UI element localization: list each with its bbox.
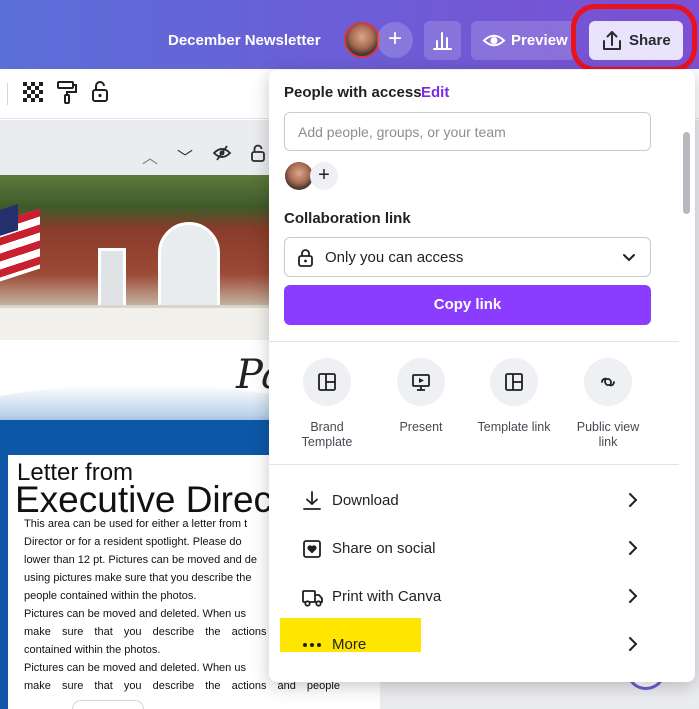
- page-lock-icon[interactable]: [250, 144, 266, 167]
- tile-public-view-link[interactable]: Public view link: [562, 358, 654, 450]
- page-indicator[interactable]: [72, 700, 144, 709]
- tile-label: Brand Template: [301, 420, 353, 449]
- access-select[interactable]: Only you can access: [284, 237, 651, 277]
- more-row[interactable]: More: [284, 622, 656, 668]
- share-on-social-row[interactable]: Share on social: [284, 526, 656, 572]
- tile-label: Present: [399, 420, 443, 434]
- user-avatar[interactable]: [344, 22, 380, 58]
- share-panel: People with access Edit Add people, grou…: [269, 70, 695, 682]
- tile-brand-template[interactable]: Brand Template: [281, 358, 373, 450]
- photo-arched-window: [158, 222, 220, 312]
- eye-icon: [482, 34, 506, 47]
- insights-button[interactable]: [424, 21, 461, 60]
- chevron-right-icon: [629, 493, 638, 507]
- panel-scrollbar[interactable]: [683, 132, 690, 214]
- bar-chart-icon: [433, 32, 452, 50]
- collaborator-avatar[interactable]: [285, 162, 313, 190]
- tile-present[interactable]: Present: [375, 358, 467, 435]
- add-collaborator-button[interactable]: +: [377, 22, 413, 58]
- lock-icon[interactable]: [90, 80, 112, 104]
- more-dots-icon: [303, 643, 321, 647]
- chevron-right-icon: [629, 541, 638, 555]
- section-divider: [269, 464, 679, 465]
- transparency-icon[interactable]: [22, 80, 44, 104]
- photo-porch: [0, 305, 270, 345]
- public-view-link-icon: [584, 358, 632, 406]
- document-title[interactable]: December Newsletter: [168, 32, 321, 49]
- template-link-icon: [490, 358, 538, 406]
- row-label: Share on social: [332, 540, 436, 557]
- access-value: Only you can access: [325, 249, 464, 266]
- brand-template-icon: [303, 358, 351, 406]
- preview-label: Preview: [511, 32, 568, 49]
- chevron-right-icon: [629, 589, 638, 603]
- section-divider: [269, 341, 679, 342]
- add-people-placeholder: Add people, groups, or your team: [298, 124, 506, 140]
- row-label: More: [332, 636, 367, 653]
- chevron-down-icon[interactable]: ﹀: [177, 144, 193, 168]
- photo-window: [98, 248, 126, 308]
- chevron-up-icon[interactable]: ︿: [142, 144, 158, 168]
- paint-roller-icon[interactable]: [56, 80, 78, 104]
- download-row[interactable]: Download: [284, 478, 656, 524]
- tile-label: Public view link: [576, 420, 640, 449]
- tile-label: Template link: [477, 420, 551, 434]
- chevron-down-icon: [623, 254, 635, 262]
- edit-access-link[interactable]: Edit: [421, 84, 449, 101]
- row-label: Print with Canva: [332, 588, 442, 605]
- download-icon: [303, 491, 321, 510]
- heart-icon: [303, 540, 321, 558]
- tile-template-link[interactable]: Template link: [468, 358, 560, 435]
- add-people-input[interactable]: Add people, groups, or your team: [284, 112, 651, 151]
- share-button[interactable]: Share: [589, 21, 683, 60]
- lock-icon: [298, 249, 313, 267]
- add-person-button[interactable]: +: [310, 162, 338, 190]
- people-with-access-label: People with access: [284, 84, 422, 101]
- upload-icon: [603, 31, 621, 50]
- share-label: Share: [629, 32, 671, 49]
- preview-button[interactable]: Preview: [471, 21, 576, 60]
- row-label: Download: [332, 492, 399, 509]
- truck-icon: [302, 590, 323, 607]
- present-icon: [397, 358, 445, 406]
- print-with-canva-row[interactable]: Print with Canva: [284, 574, 656, 620]
- collaboration-link-label: Collaboration link: [284, 210, 411, 227]
- copy-link-button[interactable]: Copy link: [284, 285, 651, 325]
- chevron-right-icon: [629, 637, 638, 651]
- toolbar-divider: [7, 83, 8, 105]
- top-bar: December Newsletter + Preview Share: [0, 0, 699, 69]
- hide-page-icon[interactable]: [212, 144, 232, 167]
